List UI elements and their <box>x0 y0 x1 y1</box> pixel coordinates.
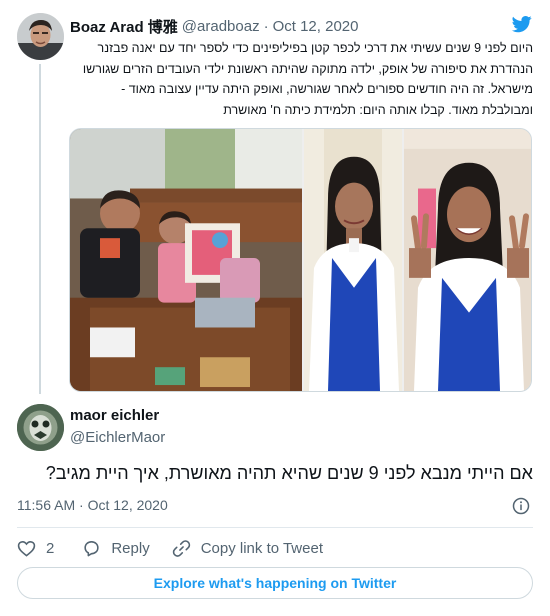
maor-eichler-avatar[interactable] <box>17 404 64 451</box>
tweet-actions: 2 Reply Copy link to Tweet <box>17 537 323 559</box>
header-separator: · <box>263 17 269 35</box>
photo-girl-uniform-1[interactable] <box>304 129 402 391</box>
embedded-tweet-card: Boaz Arad 博雅 @aradboaz · Oct 12, 2020 הי… <box>0 0 550 616</box>
main-author-handle[interactable]: @EichlerMaor <box>70 429 165 446</box>
parent-author-name[interactable]: Boaz Arad 博雅 <box>70 16 178 37</box>
explore-twitter-button[interactable]: Explore what's happening on Twitter <box>17 567 533 599</box>
main-tweet-text: אם הייתי מנבא לפני 9 שנים שהיא תהיה מאוש… <box>45 463 533 483</box>
thread-connector-line <box>39 64 41 394</box>
copy-link-label: Copy link to Tweet <box>200 539 323 557</box>
tweet-timestamp[interactable]: 11:56 AM · Oct 12, 2020 <box>17 497 168 513</box>
parent-tweet-date[interactable]: Oct 12, 2020 <box>273 18 359 35</box>
heart-icon <box>17 540 36 557</box>
reply-button[interactable]: Reply <box>82 539 150 558</box>
reply-label: Reply <box>111 539 150 557</box>
tweet-date: Oct 12, 2020 <box>87 497 168 513</box>
link-icon <box>172 539 190 557</box>
main-author-name[interactable]: maor eichler <box>70 407 159 424</box>
timestamp-separator: · <box>79 497 84 513</box>
parent-author-handle[interactable]: @aradboaz <box>182 18 260 35</box>
photo-girl-uniform-2[interactable] <box>404 129 531 391</box>
twitter-bird-icon[interactable] <box>511 14 533 34</box>
like-button[interactable]: 2 <box>17 539 54 558</box>
tweet-time: 11:56 AM <box>17 497 76 513</box>
boaz-arad-avatar[interactable] <box>17 13 64 60</box>
parent-tweet-text: היום לפני 9 שנים עשיתי את דרכי לכפר קטן … <box>82 41 533 117</box>
parent-tweet-header: Boaz Arad 博雅 @aradboaz · Oct 12, 2020 <box>70 15 530 37</box>
photo-man-with-girl[interactable] <box>70 129 302 391</box>
speech-bubble-icon <box>84 540 99 556</box>
tweet-media-grid <box>69 128 532 392</box>
copy-link-button[interactable]: Copy link to Tweet <box>172 539 323 558</box>
info-icon[interactable] <box>512 497 530 515</box>
divider <box>17 527 533 528</box>
like-count: 2 <box>46 539 55 557</box>
